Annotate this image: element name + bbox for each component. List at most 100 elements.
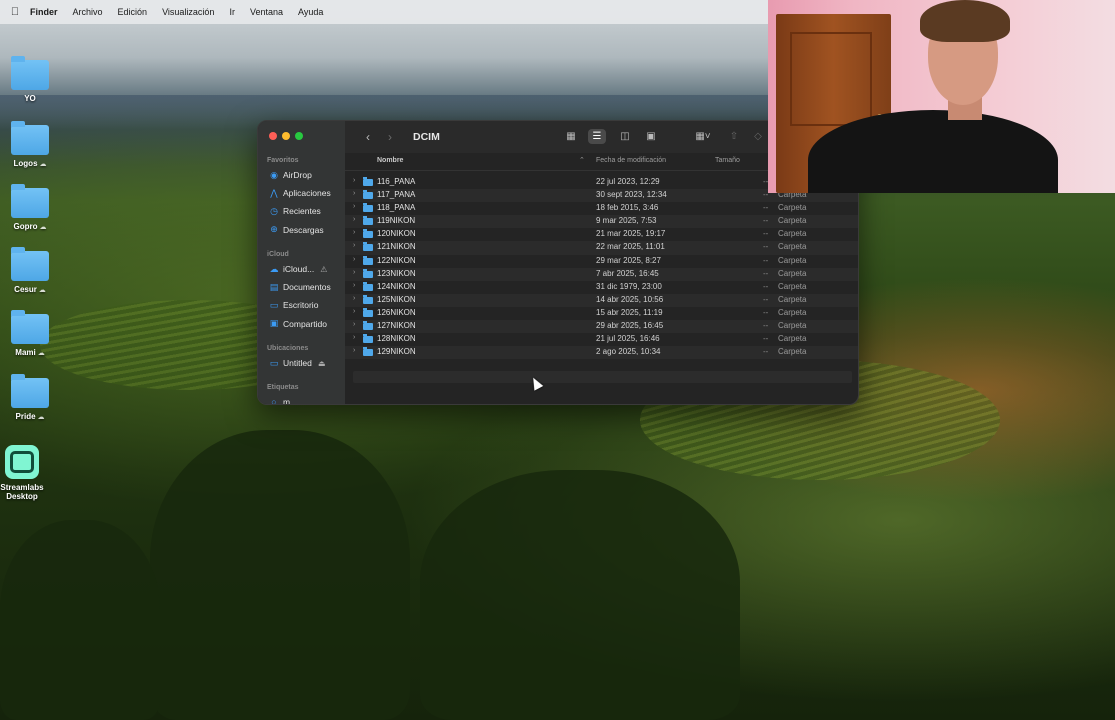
minimize-button[interactable] bbox=[282, 132, 290, 140]
share-icon[interactable]: ⇧ bbox=[725, 129, 743, 144]
disclosure-chevron-icon[interactable]: › bbox=[353, 295, 355, 302]
icon-view-icon[interactable]: ▦ bbox=[562, 129, 580, 144]
file-name: 123NIKON bbox=[377, 268, 416, 278]
table-row[interactable]: › 118_PANA 18 feb 2015, 3:46 -- Carpeta bbox=[345, 202, 858, 215]
desktop-icon-logos[interactable]: Logos ☁ bbox=[0, 121, 60, 168]
warning-icon: ⚠ bbox=[320, 264, 328, 274]
desktop-icon-label: Pride ☁ bbox=[0, 412, 60, 421]
sidebar-item-escritorio[interactable]: ▭ Escritorio bbox=[269, 298, 319, 312]
desktop-icon-pride[interactable]: Pride ☁ bbox=[0, 374, 60, 421]
file-name: 118_PANA bbox=[377, 203, 416, 213]
disclosure-chevron-icon[interactable]: › bbox=[353, 256, 355, 263]
column-view-icon[interactable]: ◫ bbox=[616, 129, 634, 144]
file-name: 127NIKON bbox=[377, 321, 416, 331]
file-size: -- bbox=[763, 321, 769, 331]
sidebar-item-label: Documentos bbox=[283, 282, 331, 293]
forward-button[interactable]: › bbox=[379, 130, 401, 144]
streamlabs-app-icon bbox=[5, 445, 39, 479]
table-row[interactable]: › 120NIKON 21 mar 2025, 19:17 -- Carpeta bbox=[345, 228, 858, 241]
disclosure-chevron-icon[interactable]: › bbox=[353, 229, 355, 236]
disclosure-chevron-icon[interactable]: › bbox=[353, 334, 355, 341]
table-row[interactable]: › 121NIKON 22 mar 2025, 11:01 -- Carpeta bbox=[345, 241, 858, 254]
disclosure-chevron-icon[interactable]: › bbox=[353, 308, 355, 315]
file-kind: Carpeta bbox=[778, 334, 807, 344]
sidebar-item-airdrop[interactable]: ◉ AirDrop bbox=[269, 168, 312, 182]
zoom-button[interactable] bbox=[295, 132, 303, 140]
table-row[interactable]: › 123NIKON 7 abr 2025, 16:45 -- Carpeta bbox=[345, 268, 858, 281]
menu-item-edición[interactable]: Edición bbox=[118, 7, 148, 17]
disclosure-chevron-icon[interactable]: › bbox=[353, 177, 355, 184]
desktop-icon-yo[interactable]: YO bbox=[0, 56, 60, 103]
sidebar-item-m[interactable]: ○ m bbox=[269, 395, 290, 404]
file-name: 116_PANA bbox=[377, 177, 416, 186]
folder-icon bbox=[11, 184, 49, 218]
finder-sidebar: Favoritos ◉ AirDrop ⋀ Aplicaciones ◷ Recientes… bbox=[258, 121, 345, 404]
table-row[interactable]: › 129NIKON 2 ago 2025, 10:34 -- Carpeta bbox=[345, 346, 858, 359]
disclosure-chevron-icon[interactable]: › bbox=[353, 269, 355, 276]
file-kind: Carpeta bbox=[778, 242, 807, 252]
menu-item-ir[interactable]: Ir bbox=[229, 7, 235, 17]
table-row[interactable]: › 124NIKON 31 dic 1979, 23:00 -- Carpeta bbox=[345, 281, 858, 294]
apple-logo-icon[interactable]:  bbox=[0, 6, 30, 18]
menu-item-archivo[interactable]: Archivo bbox=[73, 7, 103, 17]
disclosure-chevron-icon[interactable]: › bbox=[353, 216, 355, 223]
door-panel bbox=[790, 32, 872, 126]
person-hair bbox=[920, 0, 1010, 42]
icloud-status-icon: ☁ bbox=[37, 161, 47, 168]
table-row[interactable]: › 119NIKON 9 mar 2025, 7:53 -- Carpeta bbox=[345, 215, 858, 228]
file-size: -- bbox=[763, 334, 769, 344]
folder-icon bbox=[363, 190, 373, 200]
file-kind: Carpeta bbox=[778, 216, 807, 226]
menu-item-finder[interactable]: Finder bbox=[30, 7, 58, 17]
shared-folder-icon: ▣ bbox=[269, 318, 279, 329]
sidebar-section-favoritos: Favoritos bbox=[267, 157, 299, 164]
column-size-header[interactable]: Tamaño bbox=[715, 157, 740, 164]
file-list: › 116_PANA 22 jul 2023, 12:29 -- Carpeta › 117… bbox=[345, 176, 858, 359]
table-row[interactable]: › 122NIKON 29 mar 2025, 8:27 -- Carpeta bbox=[345, 255, 858, 268]
sidebar-item-untitled[interactable]: ▭ Untitled ⏏ bbox=[269, 356, 326, 370]
menu-item-ventana[interactable]: Ventana bbox=[250, 7, 283, 17]
table-row[interactable]: › 125NIKON 14 abr 2025, 10:56 -- Carpeta bbox=[345, 294, 858, 307]
list-view-icon[interactable]: ☰ bbox=[588, 129, 606, 144]
file-size: -- bbox=[763, 281, 769, 291]
table-row[interactable]: › 127NIKON 29 abr 2025, 16:45 -- Carpeta bbox=[345, 320, 858, 333]
table-row[interactable]: › 126NIKON 15 abr 2025, 11:19 -- Carpeta bbox=[345, 307, 858, 320]
sidebar-item-compartido[interactable]: ▣ Compartido bbox=[269, 317, 327, 331]
desktop-icon-label: Streamlabs Desktop bbox=[0, 483, 52, 501]
desktop-icon-cesur[interactable]: Cesur ☁ bbox=[0, 247, 60, 294]
desktop-icon-label: Logos ☁ bbox=[0, 159, 60, 168]
folder-icon bbox=[363, 347, 373, 357]
disclosure-chevron-icon[interactable]: › bbox=[353, 347, 355, 354]
eject-icon[interactable]: ⏏ bbox=[318, 359, 326, 368]
disclosure-chevron-icon[interactable]: › bbox=[353, 282, 355, 289]
sidebar-item-aplicaciones[interactable]: ⋀ Aplicaciones bbox=[269, 186, 330, 200]
sidebar-item-recientes[interactable]: ◷ Recientes bbox=[269, 204, 321, 218]
file-size: -- bbox=[763, 216, 769, 226]
disclosure-chevron-icon[interactable]: › bbox=[353, 190, 355, 197]
back-button[interactable]: ‹ bbox=[357, 130, 379, 144]
desktop-icon-streamlabs-desktop[interactable]: Streamlabs Desktop bbox=[0, 445, 52, 501]
sidebar-item-descargas[interactable]: ⊕ Descargas bbox=[269, 223, 323, 237]
disclosure-chevron-icon[interactable]: › bbox=[353, 242, 355, 249]
menu-item-ayuda[interactable]: Ayuda bbox=[298, 7, 323, 17]
group-by-icon[interactable]: ▦˅ bbox=[690, 129, 716, 144]
webcam-overlay bbox=[768, 0, 1115, 193]
folder-icon bbox=[363, 307, 373, 317]
menu-item-visualización[interactable]: Visualización bbox=[162, 7, 214, 17]
desktop-icon-gopro[interactable]: Gopro ☁ bbox=[0, 184, 60, 231]
tag-icon[interactable]: ◇ bbox=[749, 129, 767, 144]
close-button[interactable] bbox=[269, 132, 277, 140]
table-row[interactable]: › 128NIKON 21 jul 2025, 16:46 -- Carpeta bbox=[345, 333, 858, 346]
sidebar-item-icloud[interactable]: ☁ iCloud... ⚠ bbox=[269, 262, 328, 276]
desktop-icon-mami[interactable]: Mami ☁ bbox=[0, 310, 60, 357]
sort-ascending-icon[interactable]: ⌃ bbox=[579, 156, 585, 164]
gallery-view-icon[interactable]: ▣ bbox=[642, 129, 660, 144]
column-date-header[interactable]: Fecha de modificación bbox=[596, 157, 666, 164]
column-name-header[interactable]: Nombre bbox=[377, 157, 403, 164]
sidebar-item-label: iCloud... bbox=[283, 264, 315, 274]
file-date: 22 jul 2023, 12:29 bbox=[596, 177, 660, 186]
sidebar-item-documentos[interactable]: ▤ Documentos bbox=[269, 280, 331, 294]
disclosure-chevron-icon[interactable]: › bbox=[353, 203, 355, 210]
file-date: 31 dic 1979, 23:00 bbox=[596, 281, 662, 291]
disclosure-chevron-icon[interactable]: › bbox=[353, 321, 355, 328]
